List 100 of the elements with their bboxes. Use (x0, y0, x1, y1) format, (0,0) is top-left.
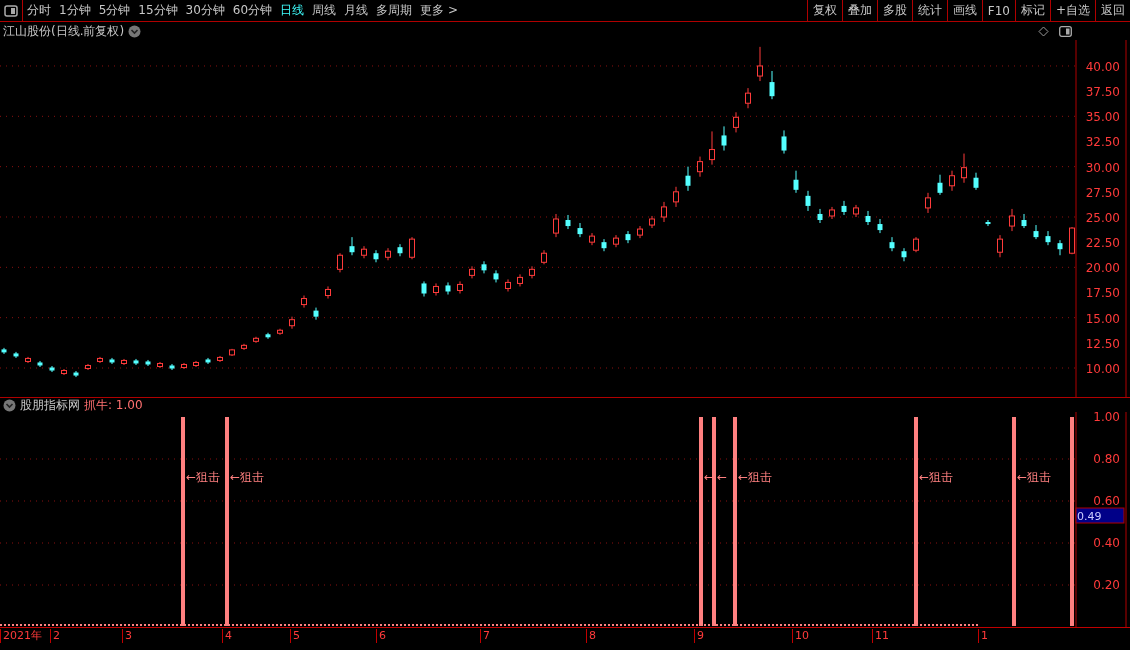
candlestick (877, 218, 883, 234)
candlestick (169, 363, 175, 371)
candlestick (757, 46, 763, 82)
period-tab[interactable]: 更多 > (416, 0, 462, 21)
toolbar-button[interactable]: 多股 (876, 0, 912, 21)
price-axis-label: 17.50 (1085, 286, 1120, 301)
toolbar-button[interactable]: 画线 (946, 0, 982, 21)
indicator-axis-label: 0.20 (1093, 578, 1120, 592)
toolbar-button[interactable]: 统计 (911, 0, 947, 21)
candlestick (73, 370, 79, 378)
candlestick (517, 273, 523, 287)
candlestick (373, 249, 379, 263)
diamond-icon[interactable] (1038, 25, 1049, 37)
period-tab[interactable]: 30分钟 (181, 0, 229, 21)
candlestick (277, 328, 283, 336)
candlestick (973, 172, 979, 191)
candlestick (1021, 213, 1027, 229)
period-tab[interactable]: 日线 (276, 0, 309, 21)
period-tab[interactable]: 15分钟 (134, 0, 182, 21)
date-axis-label: 6 (376, 629, 386, 643)
candlestick (949, 170, 955, 192)
indicator-axis-label: 0.60 (1093, 494, 1120, 508)
candlestick (865, 210, 871, 226)
candlestick (1057, 239, 1063, 256)
candlestick (1, 347, 7, 355)
candlestick (637, 225, 643, 239)
candlestick (985, 219, 991, 227)
candlestick (61, 368, 67, 376)
signal-label: ← (717, 470, 728, 484)
candlestick (541, 249, 547, 265)
candlestick (673, 186, 679, 208)
candlestick (421, 280, 427, 297)
candlestick (565, 214, 571, 230)
candlestick (193, 360, 199, 368)
candlestick (265, 332, 271, 340)
period-tab[interactable]: 1分钟 (55, 0, 95, 21)
period-tab[interactable]: 周线 (308, 0, 341, 21)
candlestick (505, 278, 511, 292)
candlestick (781, 129, 787, 155)
candlestick (889, 236, 895, 252)
period-tab[interactable]: 分时 (23, 0, 55, 21)
candlestick (913, 236, 919, 253)
price-axis-label: 30.00 (1085, 160, 1120, 175)
indicator-axis-label: 1.00 (1093, 412, 1120, 424)
candlestick (937, 174, 943, 196)
panel-toggle-icon[interactable] (4, 4, 18, 17)
period-tab[interactable]: 60分钟 (228, 0, 277, 21)
candlestick (697, 156, 703, 178)
date-axis-label: 7 (480, 629, 490, 643)
candlestick (385, 247, 391, 261)
panel-toggle-icon[interactable] (1059, 25, 1072, 37)
candlestick (289, 316, 295, 330)
period-tab[interactable]: 5分钟 (94, 0, 135, 21)
toolbar-button[interactable]: 标记 (1014, 0, 1050, 21)
candlestick (553, 213, 559, 238)
candlestick (1045, 230, 1051, 246)
candlestick (793, 170, 799, 194)
chevron-down-icon[interactable] (3, 398, 16, 412)
candlestick (133, 358, 139, 366)
date-axis-label: 5 (290, 629, 300, 643)
period-tab[interactable]: 月线 (340, 0, 373, 21)
indicator-source: 股朋指标网 (20, 396, 80, 414)
candlestick (337, 252, 343, 273)
candlestick (481, 260, 487, 274)
candlestick (205, 357, 211, 365)
candlestick (901, 247, 907, 262)
toolbar-button[interactable]: 返回 (1095, 0, 1130, 21)
price-axis-label: 27.50 (1085, 185, 1120, 200)
toolbar-button[interactable]: 叠加 (841, 0, 877, 21)
date-axis-label: 2021年 (0, 629, 42, 643)
candlestick (493, 269, 499, 283)
date-axis-label: 10 (792, 629, 809, 643)
toolbar-button[interactable]: 复权 (806, 0, 842, 21)
candlestick (661, 201, 667, 223)
indicator-value: 抓牛: 1.00 (84, 396, 143, 414)
candlestick (433, 282, 439, 296)
candlestick (145, 359, 151, 367)
candlestick (469, 265, 475, 279)
candlestick (745, 87, 751, 109)
candlestick (121, 358, 127, 366)
date-axis-label: 3 (122, 629, 132, 643)
candlestick (25, 356, 31, 364)
price-axis-label: 25.00 (1085, 211, 1120, 225)
date-axis-label: 11 (872, 629, 889, 643)
candlestick (1069, 226, 1075, 255)
signal-label: ←狙击 (738, 470, 773, 484)
candlestick (37, 360, 43, 368)
period-tab[interactable]: 多周期 (372, 0, 417, 21)
candlestick (49, 365, 55, 373)
candlestick (97, 356, 103, 364)
candlestick (613, 234, 619, 248)
candlestick (397, 243, 403, 257)
chart-title: 江山股份(日线.前复权) (3, 22, 125, 40)
signal-label: ←狙击 (186, 470, 221, 484)
date-axis-label: 1 (978, 629, 988, 643)
toolbar-button[interactable]: +自选 (1049, 0, 1095, 21)
toolbar-button[interactable]: F10 (981, 0, 1015, 21)
candlestick (649, 215, 655, 229)
chevron-down-icon[interactable] (128, 24, 142, 38)
candlestick (253, 336, 259, 344)
